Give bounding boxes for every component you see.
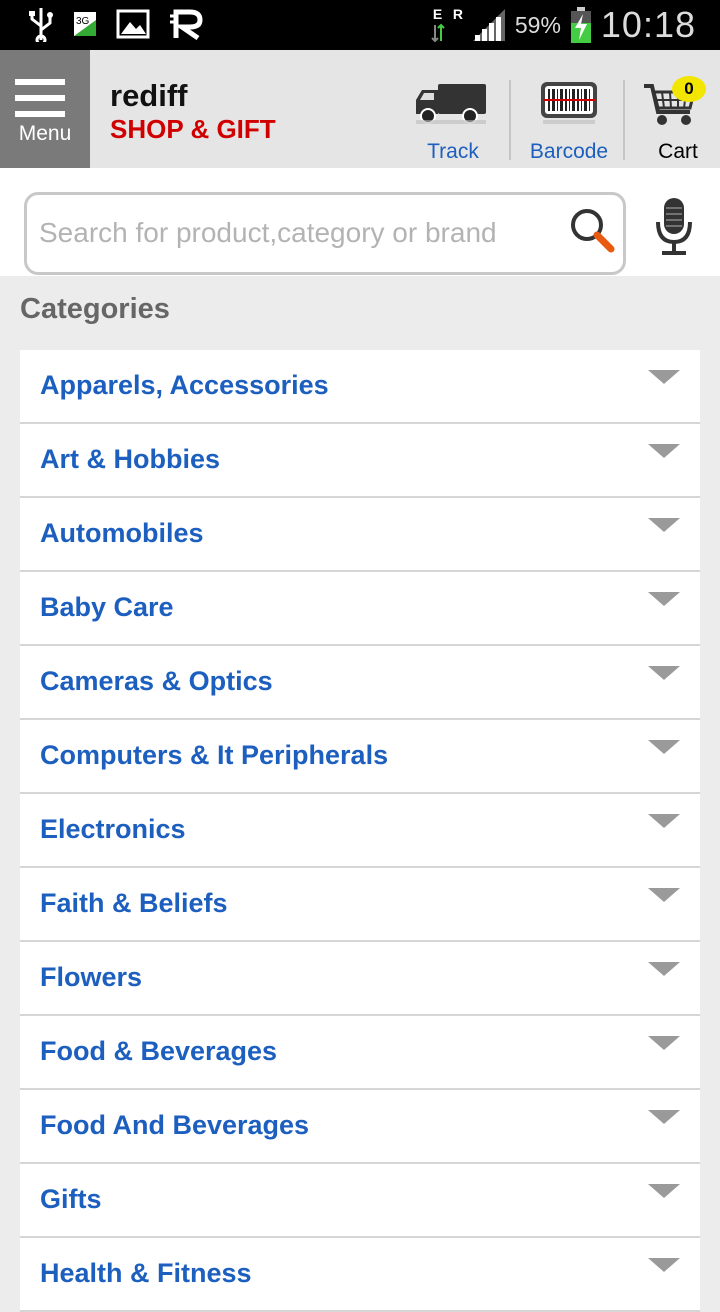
category-label: Computers & It Peripherals [40, 740, 389, 770]
chevron-down-icon[interactable] [648, 370, 680, 384]
battery-percent: 59% [514, 11, 561, 38]
net-e-label: E [432, 6, 443, 22]
header-divider [509, 80, 511, 160]
signal-icon [472, 9, 505, 41]
search-box [24, 192, 626, 275]
category-item[interactable]: Food And Beverages [20, 1090, 700, 1164]
chevron-down-icon[interactable] [648, 962, 680, 976]
category-item[interactable]: Health & Fitness [20, 1238, 700, 1312]
categories-heading: Categories [20, 293, 170, 325]
category-label: Apparels, Accessories [40, 370, 329, 400]
category-item[interactable]: Electronics [20, 794, 700, 868]
brand-tagline: SHOP & GIFT [110, 114, 276, 144]
track-label: Track [427, 140, 479, 163]
category-label: Food & Beverages [40, 1036, 278, 1066]
barcode-button[interactable]: Barcode [522, 50, 616, 168]
chevron-down-icon[interactable] [648, 1184, 680, 1198]
search-input[interactable] [39, 213, 559, 253]
category-label: Cameras & Optics [40, 666, 273, 696]
category-label: Faith & Beliefs [40, 888, 228, 918]
network-indicator: E R [429, 5, 463, 45]
category-label: Art & Hobbies [40, 444, 221, 474]
barcode-icon [541, 82, 597, 124]
barcode-label: Barcode [529, 140, 609, 163]
category-item[interactable]: Faith & Beliefs [20, 868, 700, 942]
category-label: Automobiles [40, 518, 204, 548]
chevron-down-icon[interactable] [648, 592, 680, 606]
sim-3g-icon: 3G [74, 12, 96, 36]
search-icon[interactable] [567, 205, 617, 255]
search-bar [0, 168, 720, 276]
image-icon [116, 9, 150, 39]
chevron-down-icon[interactable] [648, 666, 680, 680]
category-label: Flowers [40, 962, 143, 992]
menu-button[interactable]: Menu [0, 50, 90, 168]
chevron-down-icon[interactable] [648, 1036, 680, 1050]
cart-label: Cart [658, 140, 698, 163]
usb-icon [29, 8, 53, 42]
category-item[interactable]: Flowers [20, 942, 700, 1016]
category-item[interactable]: Apparels, Accessories [20, 350, 700, 424]
sim-3g-label: 3G [76, 16, 90, 27]
cart-button[interactable]: Cart [636, 50, 720, 168]
chevron-down-icon[interactable] [648, 1258, 680, 1272]
chevron-down-icon[interactable] [648, 444, 680, 458]
category-list: Apparels, Accessories Art & Hobbies Auto… [20, 350, 700, 1312]
brand-name: rediff [110, 78, 188, 113]
data-arrows-icon [431, 23, 445, 43]
app-header: Menu rediff SHOP & GIFT Track Barcode Ca… [0, 50, 720, 168]
category-item[interactable]: Food & Beverages [20, 1016, 700, 1090]
microphone-icon[interactable] [652, 196, 696, 256]
category-label: Electronics [40, 814, 186, 844]
menu-label: Menu [18, 122, 72, 145]
category-item[interactable]: Computers & It Peripherals [20, 720, 700, 794]
chevron-down-icon[interactable] [648, 740, 680, 754]
category-label: Baby Care [40, 592, 174, 622]
net-r-label: R [452, 6, 463, 22]
battery-charging-icon [570, 7, 591, 43]
chevron-down-icon[interactable] [648, 518, 680, 532]
track-button[interactable]: Track [410, 50, 496, 168]
category-item[interactable]: Automobiles [20, 498, 700, 572]
chevron-down-icon[interactable] [648, 1110, 680, 1124]
chevron-down-icon[interactable] [648, 814, 680, 828]
category-item[interactable]: Art & Hobbies [20, 424, 700, 498]
clock: 10:18 [600, 4, 696, 45]
category-item[interactable]: Baby Care [20, 572, 700, 646]
status-bar: 3G E R 59% 10:18 [0, 0, 720, 50]
header-divider [623, 80, 625, 160]
category-item[interactable]: Gifts [20, 1164, 700, 1238]
category-item[interactable]: Cameras & Optics [20, 646, 700, 720]
app-r-icon [170, 9, 203, 40]
brand-logo[interactable]: rediff SHOP & GIFT [110, 78, 276, 144]
hamburger-icon [15, 79, 65, 127]
truck-icon [416, 84, 486, 124]
category-label: Gifts [40, 1184, 102, 1214]
category-label: Health & Fitness [40, 1258, 252, 1288]
chevron-down-icon[interactable] [648, 888, 680, 902]
category-label: Food And Beverages [40, 1110, 310, 1140]
cart-count-badge: 0 [672, 76, 706, 102]
